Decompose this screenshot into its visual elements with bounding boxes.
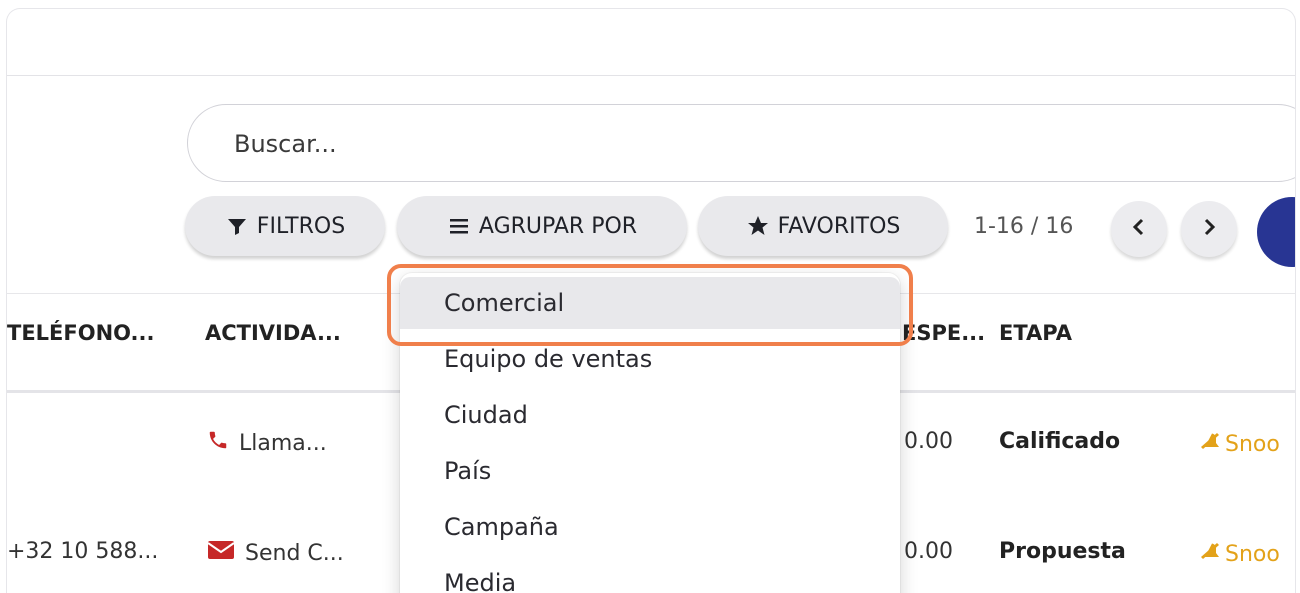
chevron-right-icon [1199,217,1219,241]
row-1-actividad[interactable]: Llama... [207,429,327,457]
bell-slash-icon [1197,539,1223,569]
envelope-icon [207,539,235,567]
row-1-etapa: Calificado [999,429,1121,454]
previous-page-button[interactable] [1111,201,1167,257]
filters-button[interactable]: FILTROS [185,196,385,256]
row-1-snooze-text: Snoo [1225,431,1280,457]
groupby-option-pais[interactable]: País [400,445,900,497]
filters-label: FILTROS [256,213,346,239]
row-1-esperado: 0.00 [904,429,953,454]
row-2-esperado: 0.00 [904,539,953,564]
row-1-actividad-text: Llama... [239,430,327,456]
row-2-snooze-text: Snoo [1225,541,1280,567]
favorites-label: FAVORITOS [777,213,901,239]
star-icon [746,214,770,238]
create-button[interactable] [1257,197,1295,267]
top-bar [7,9,1295,76]
group-by-dropdown: Comercial Equipo de ventas Ciudad País C… [400,273,900,593]
funnel-icon [225,214,249,238]
column-header-esperado[interactable]: ESPE... [902,321,985,345]
row-1-snooze[interactable]: Snoo [1197,429,1280,459]
bars-icon [447,214,471,238]
pager-range[interactable]: 1-16 / 16 [974,214,1073,239]
groupby-option-comercial[interactable]: Comercial [400,277,900,329]
search-bar[interactable] [187,104,1295,182]
chevron-left-icon [1129,217,1149,241]
row-2-actividad-text: Send C... [245,540,344,566]
group-by-button[interactable]: AGRUPAR POR [397,196,687,256]
row-2-telefono: +32 10 588... [7,539,159,564]
next-page-button[interactable] [1181,201,1237,257]
row-2-actividad[interactable]: Send C... [207,539,344,567]
groupby-option-equipo-de-ventas[interactable]: Equipo de ventas [400,333,900,385]
groupby-option-media[interactable]: Media [400,557,900,593]
search-input[interactable] [232,125,1136,163]
bell-slash-icon [1197,429,1223,459]
phone-icon [207,429,229,457]
column-header-actividad[interactable]: ACTIVIDA... [205,321,341,345]
groupby-option-ciudad[interactable]: Ciudad [400,389,900,441]
row-2-snooze[interactable]: Snoo [1197,539,1280,569]
groupby-option-campana[interactable]: Campaña [400,501,900,553]
column-header-etapa[interactable]: ETAPA [999,321,1072,345]
group-by-label: AGRUPAR POR [478,213,638,239]
row-2-etapa: Propuesta [999,539,1126,564]
column-header-telefono[interactable]: TELÉFONO... [7,321,155,345]
app-window: FILTROS AGRUPAR POR FAVORITOS 1-16 / 16 … [6,8,1296,593]
favorites-button[interactable]: FAVORITOS [698,196,948,256]
